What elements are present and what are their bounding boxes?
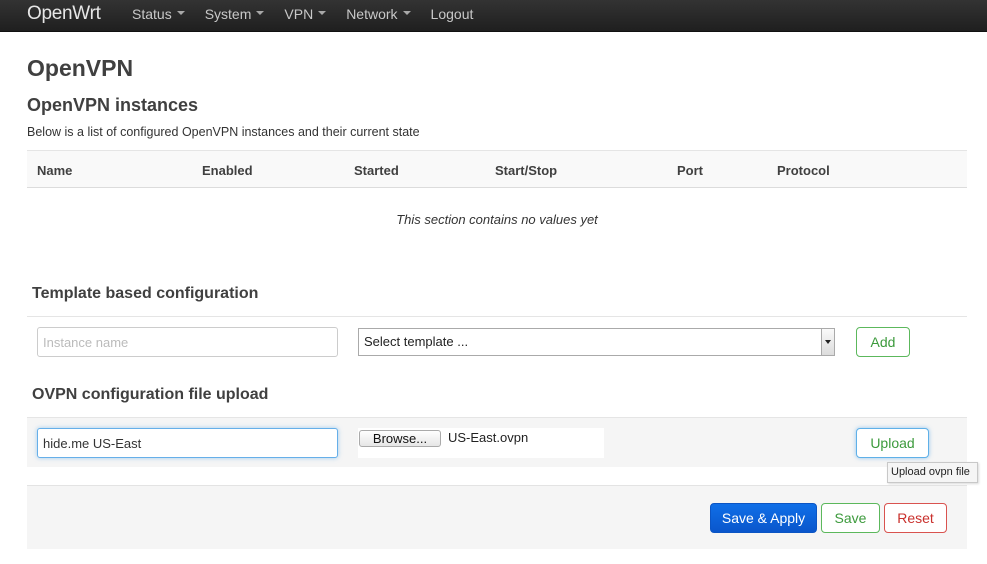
column-header-start-stop: Start/Stop [495,163,558,178]
column-header-enabled: Enabled [202,163,253,178]
browse-button[interactable]: Browse... [359,430,441,447]
upload-button[interactable]: Upload [856,428,929,458]
upload-tooltip: Upload ovpn file [887,462,978,483]
menu-status[interactable]: Status [122,0,195,32]
column-header-protocol: Protocol [777,163,830,178]
caret-down-icon [402,11,411,16]
add-button[interactable]: Add [856,327,910,357]
file-picker: Browse... US-East.ovpn [358,428,604,458]
main-menu: Status System VPN Network Logout [122,0,483,32]
template-select[interactable]: Select template ... [358,328,835,356]
ovpn-name-input[interactable] [37,428,338,458]
upload-config-title: OVPN configuration file upload [32,386,269,403]
menu-vpn[interactable]: VPN [274,0,336,32]
instance-name-input[interactable] [37,327,338,357]
instances-section-title: OpenVPN instances [27,95,199,115]
brand-logo[interactable]: OpenWrt [27,3,101,25]
menu-system[interactable]: System [195,0,275,32]
instances-description: Below is a list of configured OpenVPN in… [27,125,420,139]
template-select-value: Select template ... [364,334,469,349]
caret-down-icon [256,11,265,16]
column-header-port: Port [677,163,703,178]
template-config-title: Template based configuration [32,285,259,302]
menu-vpn-label: VPN [284,6,314,22]
menu-status-label: Status [132,6,172,22]
table-empty-message: This section contains no values yet [396,212,598,227]
column-header-name: Name [37,163,73,178]
page-title: OpenVPN [27,55,134,81]
selected-file-name: US-East.ovpn [448,430,529,445]
caret-down-icon [318,11,327,16]
chevron-down-icon [821,329,834,355]
save-button[interactable]: Save [821,503,880,533]
menu-network-label: Network [346,6,398,22]
menu-logout[interactable]: Logout [421,0,484,32]
table-header-row: Name Enabled Started Start/Stop Port Pro… [27,150,967,188]
menu-network[interactable]: Network [336,0,420,32]
top-navbar: OpenWrt Status System VPN Network Logout [0,0,987,32]
caret-down-icon [176,11,185,16]
column-header-started: Started [354,163,399,178]
save-apply-button[interactable]: Save & Apply [710,503,817,533]
menu-logout-label: Logout [430,6,474,22]
reset-button[interactable]: Reset [884,503,947,533]
instances-table: Name Enabled Started Start/Stop Port Pro… [27,150,967,188]
menu-system-label: System [204,6,252,22]
